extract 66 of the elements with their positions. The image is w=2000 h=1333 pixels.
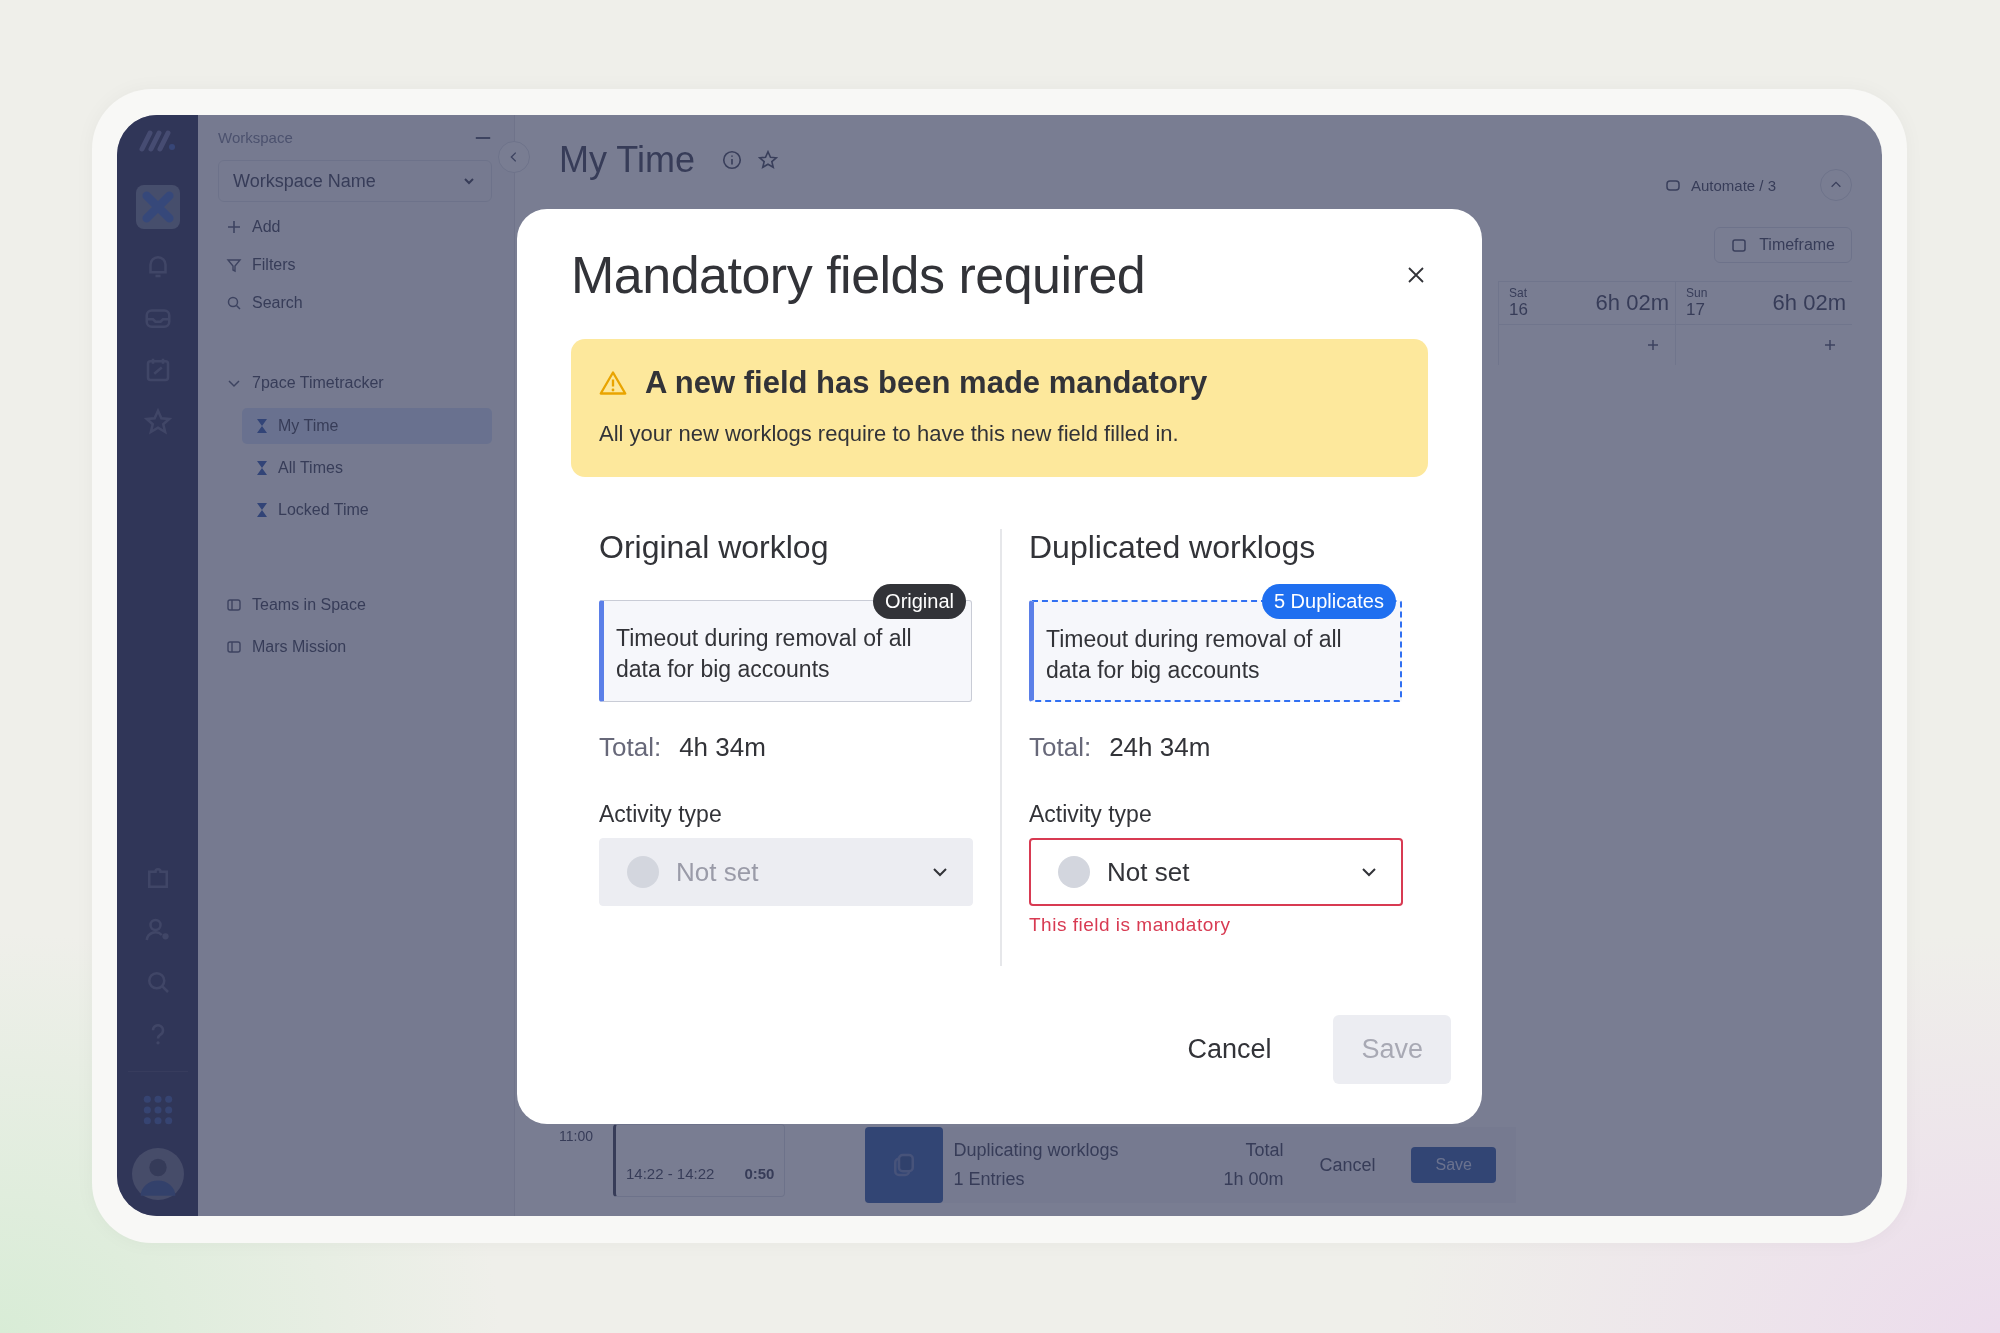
- warning-icon: [599, 370, 627, 396]
- total-label: Total: [1245, 1140, 1284, 1161]
- cancel-button[interactable]: Cancel: [1313, 1153, 1382, 1177]
- plus-icon: [226, 219, 242, 235]
- hourglass-icon: [256, 502, 268, 518]
- column-heading: Original worklog: [599, 529, 830, 566]
- dialog-title: Mandatory fields required: [571, 245, 1146, 305]
- duration: 0:50: [744, 1164, 775, 1182]
- logo-icon: [137, 129, 178, 153]
- hourglass-icon: [256, 460, 268, 476]
- board-icon: [226, 639, 242, 655]
- workspace-dropdown[interactable]: Workspace Name: [218, 160, 492, 202]
- time-label: 11:00: [559, 1128, 593, 1144]
- sidebar-action[interactable]: Filters: [226, 256, 492, 274]
- day-total: 6h 02m: [1595, 290, 1669, 316]
- badge: 5 Duplicates: [1261, 584, 1396, 619]
- field-label: Activity type: [599, 801, 723, 828]
- duplicate-icon: [865, 1127, 944, 1203]
- app-switch-icon[interactable]: [135, 185, 180, 229]
- automate-button[interactable]: Automate / 3: [1664, 176, 1776, 194]
- tree-item[interactable]: 7pace Timetracker: [226, 366, 492, 400]
- total-label: Total:: [1029, 732, 1092, 763]
- worklog-text: Timeout during removal of all data for big accounts: [1046, 626, 1342, 683]
- close-icon[interactable]: [1406, 265, 1426, 285]
- collapse-button[interactable]: [498, 141, 530, 173]
- apps-grid-icon[interactable]: [141, 1094, 174, 1126]
- tree-item[interactable]: Teams in Space: [226, 588, 492, 622]
- plus-icon[interactable]: [1645, 337, 1661, 353]
- date-label: 16: [1509, 300, 1528, 320]
- board-icon: [226, 597, 242, 613]
- hourglass-icon: [256, 418, 268, 434]
- activity-type-dropdown[interactable]: Not set: [1029, 838, 1403, 906]
- banner-text: All your new worklogs require to have this new field filled in.: [599, 421, 1180, 447]
- entries-count: 1 Entries: [953, 1169, 1026, 1190]
- tree-item[interactable]: Mars Mission: [226, 630, 492, 664]
- total-label: Total:: [599, 732, 662, 763]
- search-icon: [226, 295, 242, 311]
- worklog-text: Timeout during removal of all data for big accounts: [616, 625, 912, 682]
- placeholder-circle-icon: [1057, 855, 1091, 889]
- more-icon[interactable]: [474, 135, 492, 140]
- field-label: Activity type: [1029, 801, 1153, 828]
- sidebar-action[interactable]: Search: [226, 294, 492, 312]
- column-heading: Duplicated worklogs: [1029, 529, 1317, 566]
- cancel-button[interactable]: Cancel: [1159, 1015, 1300, 1084]
- total-value: 1h 00m: [1223, 1169, 1284, 1190]
- total-value: 24h 34m: [1109, 732, 1211, 763]
- filter-icon: [226, 257, 242, 273]
- error-message: This field is mandatory: [1029, 914, 1232, 936]
- badge: Original: [873, 584, 966, 619]
- plus-icon[interactable]: [1822, 337, 1838, 353]
- date-label: 17: [1686, 300, 1706, 320]
- tree-item[interactable]: All Times: [242, 450, 492, 486]
- day-total: 6h 02m: [1772, 290, 1846, 316]
- bar-title: Duplicating worklogs: [953, 1140, 1120, 1161]
- tree-item[interactable]: Locked Time: [242, 492, 492, 528]
- weekday-label: Sun: [1686, 286, 1708, 300]
- page-title: My Time: [559, 139, 695, 181]
- timeframe-button[interactable]: Timeframe: [1714, 227, 1852, 263]
- placeholder-circle-icon: [626, 855, 660, 889]
- star-icon[interactable]: [757, 149, 779, 171]
- banner-heading: A new field has been made mandatory: [645, 365, 1208, 401]
- weekday-label: Sat: [1509, 286, 1528, 300]
- info-icon[interactable]: [721, 149, 743, 171]
- time-range: 14:22 - 14:22: [626, 1164, 715, 1182]
- sidebar-action[interactable]: Add: [226, 218, 492, 236]
- total-value: 4h 34m: [679, 732, 766, 763]
